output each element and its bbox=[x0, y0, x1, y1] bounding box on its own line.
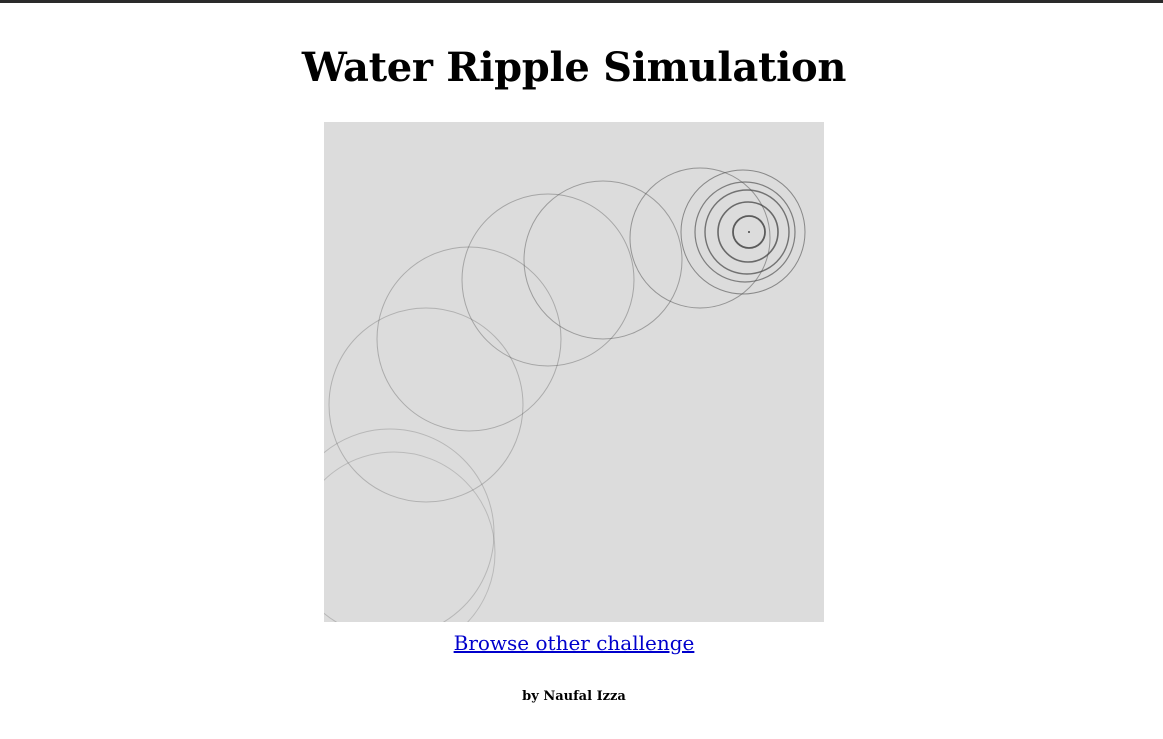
ripple-ring bbox=[461, 193, 635, 367]
browse-other-challenge-link[interactable]: Browse other challenge bbox=[0, 629, 1148, 657]
ripple-canvas[interactable] bbox=[324, 122, 824, 622]
ripple-ring bbox=[324, 428, 495, 622]
ripple-ring bbox=[694, 181, 796, 283]
ripple-ring bbox=[324, 451, 496, 622]
ripple-ring bbox=[376, 246, 562, 432]
ripple-ring bbox=[629, 167, 771, 309]
author-credit: by Naufal Izza bbox=[522, 689, 626, 704]
top-border bbox=[0, 0, 1163, 3]
ripple-center bbox=[748, 231, 750, 233]
ripple-ring bbox=[328, 307, 524, 503]
ripple-ring bbox=[523, 180, 683, 340]
ripple-svg[interactable] bbox=[324, 122, 824, 622]
page-title: Water Ripple Simulation bbox=[301, 44, 847, 91]
ripple-ring bbox=[680, 169, 806, 295]
